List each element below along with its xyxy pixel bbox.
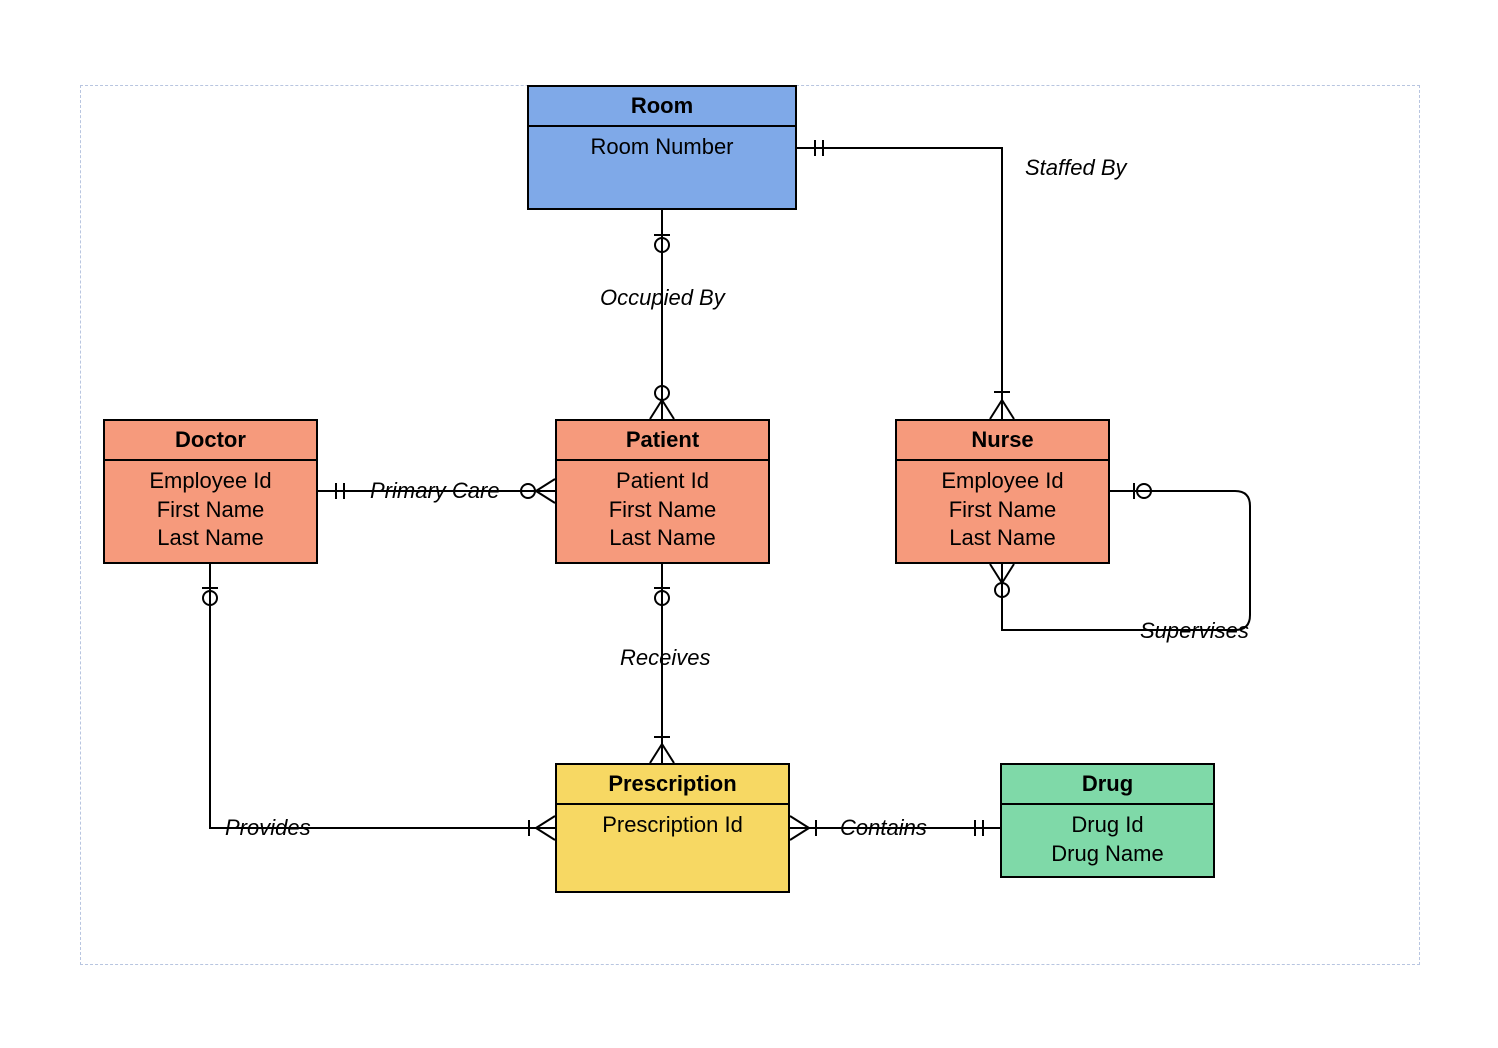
label-staffed-by: Staffed By [1025, 155, 1127, 181]
entity-patient-title: Patient [557, 421, 768, 461]
entity-room-title: Room [529, 87, 795, 127]
label-contains: Contains [840, 815, 927, 841]
entity-nurse-attrs: Employee Id First Name Last Name [897, 461, 1108, 562]
entity-nurse[interactable]: Nurse Employee Id First Name Last Name [895, 419, 1110, 564]
label-provides: Provides [225, 815, 311, 841]
entity-prescription-title: Prescription [557, 765, 788, 805]
entity-doctor-attrs: Employee Id First Name Last Name [105, 461, 316, 562]
entity-doctor[interactable]: Doctor Employee Id First Name Last Name [103, 419, 318, 564]
entity-room[interactable]: Room Room Number [527, 85, 797, 210]
entity-drug[interactable]: Drug Drug Id Drug Name [1000, 763, 1215, 878]
entity-patient-attrs: Patient Id First Name Last Name [557, 461, 768, 562]
label-receives: Receives [620, 645, 710, 671]
entity-drug-attrs: Drug Id Drug Name [1002, 805, 1213, 876]
entity-prescription-attrs: Prescription Id [557, 805, 788, 891]
entity-doctor-title: Doctor [105, 421, 316, 461]
entity-nurse-title: Nurse [897, 421, 1108, 461]
label-supervises: Supervises [1140, 618, 1249, 644]
label-primary-care: Primary Care [370, 478, 500, 504]
entity-prescription[interactable]: Prescription Prescription Id [555, 763, 790, 893]
entity-drug-title: Drug [1002, 765, 1213, 805]
label-occupied-by: Occupied By [600, 285, 725, 311]
entity-room-attrs: Room Number [529, 127, 795, 208]
entity-patient[interactable]: Patient Patient Id First Name Last Name [555, 419, 770, 564]
